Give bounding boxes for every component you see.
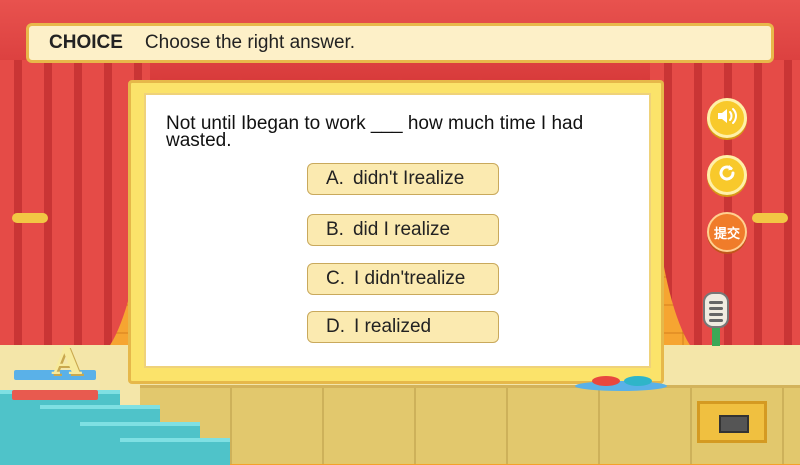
- option-letter: A.: [326, 168, 344, 189]
- replay-button[interactable]: [707, 155, 747, 195]
- section-label: CHOICE: [49, 32, 123, 53]
- option-letter: C.: [326, 268, 345, 289]
- microphone-stand: [712, 328, 720, 346]
- microphone-icon: [703, 292, 729, 328]
- option-text: I didn'trealize: [354, 268, 466, 289]
- right-curtain-tieback: [752, 213, 788, 223]
- option-letter: B.: [326, 219, 344, 240]
- option-c-button[interactable]: C. I didn'trealize: [307, 263, 499, 295]
- option-a-button[interactable]: A. didn't Irealize: [307, 163, 499, 195]
- option-text: I realized: [354, 316, 432, 337]
- option-d-button[interactable]: D. I realized: [307, 311, 499, 343]
- instruction-bar: CHOICE Choose the right answer.: [26, 23, 774, 63]
- speaker-icon: [716, 106, 738, 131]
- question-text: Not until Ibegan to work ___ how much ti…: [166, 113, 584, 151]
- option-b-button[interactable]: B. did I realize: [307, 214, 499, 246]
- option-letter: D.: [326, 316, 345, 337]
- stage-letter-a: A: [52, 338, 82, 383]
- refresh-icon: [716, 162, 738, 189]
- left-curtain-tieback: [12, 213, 48, 223]
- submit-button[interactable]: 提交: [707, 212, 747, 252]
- option-text: didn't Irealize: [352, 168, 465, 189]
- option-text: did I realize: [352, 219, 451, 240]
- sound-button[interactable]: [707, 98, 747, 138]
- instruction-text: Choose the right answer.: [144, 32, 356, 53]
- stage-speaker-box: [697, 401, 767, 443]
